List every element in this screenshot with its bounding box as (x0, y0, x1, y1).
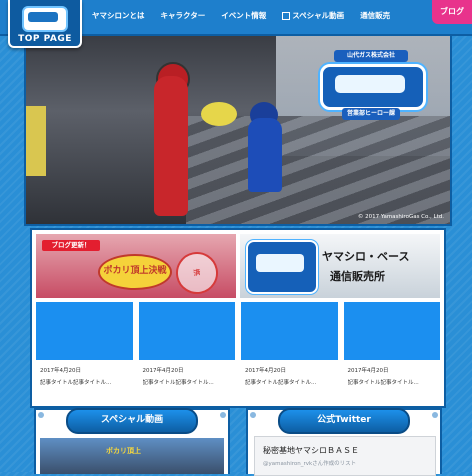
post-card[interactable]: 2017年4月20日 記事タイトル記事タイトル... (343, 302, 440, 400)
nav-item-character[interactable]: キャラクター (153, 6, 214, 26)
bolt-icon (220, 412, 226, 418)
yamashiron-logo-icon (22, 6, 68, 32)
nav-item-shop[interactable]: 通信販売 (352, 6, 398, 26)
nav-item-special-video[interactable]: スペシャル動画 (274, 6, 352, 26)
hero-logo-sub: 営業部ヒーロー課 (342, 108, 400, 120)
twitter-timeline[interactable]: 秘密基地ヤマシロＢＡＳＥ @yamashiron_rvkさん作成のリスト (254, 436, 436, 476)
hero-figure-yellow-left (26, 106, 46, 176)
hero-blue-figure (248, 118, 282, 192)
hero-red-figure (154, 76, 188, 216)
bolt-icon (38, 412, 44, 418)
shop-banner[interactable]: ヤマシロ・ベース 通信販売所 (240, 234, 440, 298)
hero-logo: 山代ガス株式会社 営業部ヒーロー課 (316, 50, 426, 130)
blog-update-badge: ブログ更新！ (42, 240, 100, 251)
post-date: 2017年4月20日 (142, 368, 184, 374)
post-thumbnail (241, 302, 338, 360)
nav-item-events[interactable]: イベント情報 (213, 6, 274, 26)
post-title: 記事タイトル記事タイトル... (347, 380, 419, 386)
hero-logo-emblem (320, 64, 426, 110)
nav-item-about[interactable]: ヤマシロンとは (84, 6, 153, 26)
hero-copyright: © 2017 YamashiroGas Co., Ltd. (357, 214, 444, 220)
blog-banner-title: ポカリ頂上決戦 (98, 254, 172, 290)
hero-image: 山代ガス株式会社 営業部ヒーロー課 © 2017 YamashiroGas Co… (24, 34, 452, 226)
post-date: 2017年4月20日 (347, 368, 389, 374)
completed-stamp-icon: 済 (172, 248, 222, 298)
special-video-thumb-text: ポカリ頂上 (106, 447, 141, 455)
bolt-icon (250, 412, 256, 418)
post-card[interactable]: 2017年4月20日 記事タイトル記事タイトル... (36, 302, 133, 400)
shop-logo-icon (246, 240, 318, 294)
post-title: 記事タイトル記事タイトル... (142, 380, 214, 386)
main-nav: ヤマシロンとは キャラクター イベント情報 スペシャル動画 通信販売 (84, 6, 398, 26)
post-title: 記事タイトル記事タイトル... (40, 380, 112, 386)
top-page-label: TOP PAGE (18, 34, 72, 44)
blog-tab[interactable]: ブログ (432, 0, 472, 24)
bolt-icon (432, 412, 438, 418)
post-date: 2017年4月20日 (245, 368, 286, 374)
post-list: 2017年4月20日 記事タイトル記事タイトル... 2017年4月20日 記事… (36, 302, 440, 400)
hero-logo-top: 山代ガス株式会社 (334, 50, 408, 62)
special-video-thumbnail[interactable]: ポカリ頂上 (40, 438, 224, 474)
post-thumbnail (138, 302, 235, 360)
post-card[interactable]: 2017年4月20日 記事タイトル記事タイトル... (138, 302, 235, 400)
shop-banner-line2: 通信販売所 (330, 270, 385, 283)
special-video-heading: スペシャル動画 (66, 408, 198, 434)
blog-panel: ブログ更新！ ポカリ頂上決戦 済 ヤマシロ・ベース 通信販売所 2017年4月2… (30, 228, 446, 408)
twitter-heading: 公式Twitter (278, 408, 410, 434)
post-thumbnail (343, 302, 440, 360)
hero-stairs (186, 116, 450, 224)
shop-banner-line1: ヤマシロ・ベース (322, 250, 410, 263)
twitter-list-owner: @yamashiron_rvkさん作成のリスト (263, 461, 357, 467)
twitter-list-title: 秘密基地ヤマシロＢＡＳＥ (263, 446, 359, 455)
blog-update-banner[interactable]: ブログ更新！ ポカリ頂上決戦 済 (36, 234, 236, 298)
site-header: TOP PAGE ヤマシロンとは キャラクター イベント情報 スペシャル動画 通… (0, 0, 472, 48)
post-title: 記事タイトル記事タイトル... (245, 380, 317, 386)
special-video-section: スペシャル動画 ポカリ頂上 (34, 408, 230, 474)
post-date: 2017年4月20日 (40, 368, 81, 374)
hero-yellow-figure (201, 102, 237, 126)
top-page-logo[interactable]: TOP PAGE (8, 0, 82, 48)
twitter-section: 公式Twitter 秘密基地ヤマシロＢＡＳＥ @yamashiron_rvkさん… (246, 408, 442, 476)
post-card[interactable]: 2017年4月20日 記事タイトル記事タイトル... (241, 302, 338, 400)
post-thumbnail (36, 302, 133, 360)
